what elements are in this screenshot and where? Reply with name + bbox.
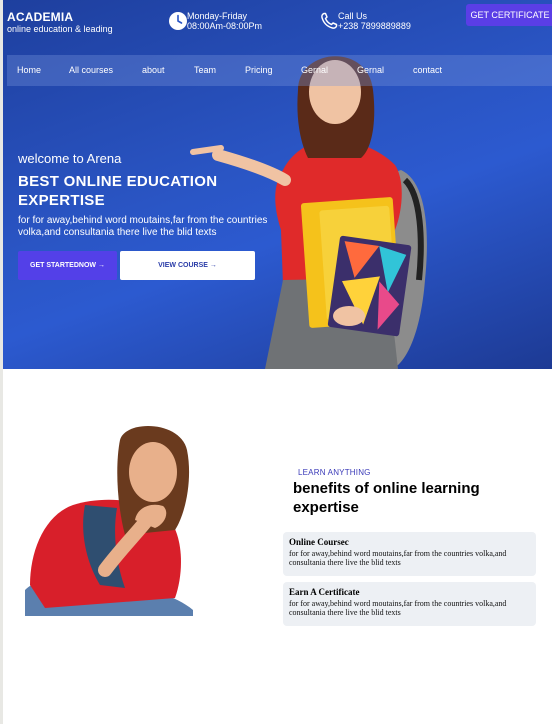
nav-item-team[interactable]: Team [194, 55, 216, 86]
nav-item-gernal-2[interactable]: Gernal [357, 55, 384, 86]
hero-subtext: for for away,behind word moutains,far fr… [18, 215, 268, 238]
nav-item-gernal-1[interactable]: Gernal [301, 55, 328, 86]
benefit-card-text: for for away,behind word moutains,far fr… [289, 549, 507, 567]
benefits-title: benefits of online learning expertise [293, 480, 480, 516]
brand[interactable]: ACADEMIA online education & leading [7, 11, 113, 35]
nav-item-all-courses[interactable]: All courses [69, 55, 113, 86]
get-certificate-button[interactable]: GET CERTIFICATE [466, 4, 552, 26]
phone-icon [321, 12, 338, 29]
clock-icon [169, 12, 187, 30]
benefit-card-text: for for away,behind word moutains,far fr… [289, 599, 507, 617]
nav-item-pricing[interactable]: Pricing [245, 55, 273, 86]
nav-item-contact[interactable]: contact [413, 55, 442, 86]
nav-item-about[interactable]: about [142, 55, 165, 86]
benefit-card-title: Earn A Certificate [289, 587, 360, 597]
hero-section: ACADEMIA online education & leading Mond… [3, 0, 552, 369]
benefit-card-certificate: Earn A Certificate for for away,behind w… [283, 582, 536, 626]
benefit-card-title: Online Coursec [289, 537, 349, 547]
benefits-eyebrow: LEARN ANYTHING [298, 468, 371, 477]
hours-days: Monday-Friday [187, 11, 248, 21]
page: ACADEMIA online education & leading Mond… [3, 0, 552, 724]
brand-tagline: online education & leading [7, 24, 113, 34]
brand-name: ACADEMIA [7, 10, 74, 24]
benefit-card-online-courses: Online Coursec for for away,behind word … [283, 532, 536, 576]
student-image [25, 426, 193, 616]
get-started-button[interactable]: GET STARTEDNOW → [18, 251, 117, 280]
view-course-button[interactable]: VIEW COURSE → [120, 251, 255, 280]
main-nav: Home All courses about Team Pricing Gern… [7, 55, 552, 86]
nav-item-home[interactable]: Home [17, 55, 41, 86]
hero-welcome: welcome to Arena [18, 151, 122, 166]
hero-headline: BEST ONLINE EDUCATION EXPERTISE [18, 173, 218, 209]
call-label: Call Us [338, 11, 368, 21]
